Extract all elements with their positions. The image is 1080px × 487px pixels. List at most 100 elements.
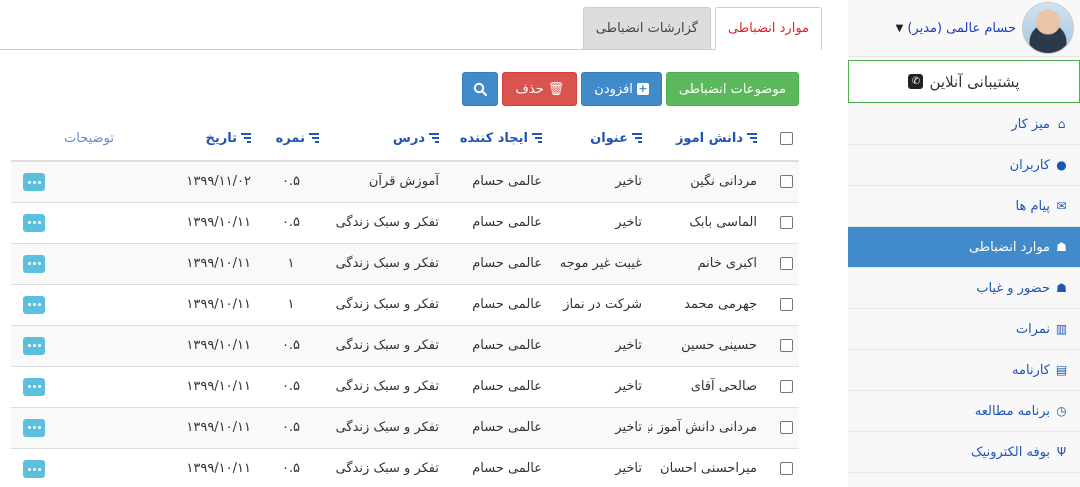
row-more-button[interactable] — [23, 460, 45, 478]
row-actions-cell — [11, 283, 167, 325]
cutlery-icon: Ψ — [1056, 445, 1067, 459]
sidebar-item-label: نمرات — [1015, 321, 1050, 337]
whatsapp-icon: ✆ — [908, 74, 924, 89]
header-creator[interactable]: ایجاد کننده — [453, 116, 548, 162]
cell-creator: عالمی حسام — [453, 242, 548, 284]
row-actions-cell — [11, 201, 167, 243]
row-more-button[interactable] — [23, 254, 45, 273]
header-student[interactable]: دانش اموز — [648, 116, 763, 162]
table-row[interactable]: صالحی آقای تاخیر عالمی حسام تفکر و سبک زندگ… — [11, 365, 799, 407]
ellipsis-icon — [37, 426, 41, 430]
avatar[interactable] — [1022, 2, 1074, 54]
header-course[interactable]: درس — [325, 116, 453, 162]
cell-course: تفکر و سبک زندگی — [325, 324, 453, 366]
cell-course: تفکر و سبک زندگی — [325, 242, 453, 284]
row-actions-cell — [11, 447, 167, 487]
sort-icon — [532, 132, 542, 144]
sidebar-item-label: پیام ها — [1015, 198, 1051, 214]
sidebar-item[interactable]: ▤ کارنامه — [848, 350, 1080, 391]
row-more-button[interactable] — [23, 213, 45, 232]
cell-score: ۰.۵ — [257, 201, 325, 243]
header-date[interactable]: تاریخ — [167, 116, 257, 162]
cell-title: شرکت در نماز — [548, 283, 648, 325]
user-box: حسام عالمی (مدیر) ▼ — [848, 0, 1080, 57]
disciplinary-table: دانش اموز عنوان ایجاد کننده درس نمره تار… — [11, 116, 799, 487]
row-actions-cell — [11, 242, 167, 284]
row-actions-cell — [11, 365, 167, 407]
disciplinary-topics-button[interactable]: موضوعات انضباطی — [665, 72, 799, 106]
caret-down-icon: ▼ — [895, 22, 904, 34]
envelope-icon: ✉ — [1056, 199, 1067, 213]
row-more-button[interactable] — [23, 295, 45, 314]
row-checkbox[interactable] — [780, 380, 793, 393]
table-row[interactable]: جهرمی محمد شرکت در نماز عالمی حسام تفکر و س… — [11, 283, 799, 325]
trash-icon: 🗑 — [547, 81, 565, 97]
sidebar-item[interactable]: ✉ پیام ها — [848, 186, 1080, 227]
row-checkbox[interactable] — [780, 421, 793, 434]
row-actions-cell — [11, 406, 167, 448]
row-select-cell — [763, 283, 799, 325]
header-description: توضیحات — [11, 116, 167, 162]
row-checkbox[interactable] — [780, 462, 793, 476]
sidebar-item-label: بوفه الکترونیک — [971, 444, 1050, 460]
sidebar-item-label: کارنامه — [1012, 362, 1050, 378]
cell-student: الماسی بابک — [648, 201, 763, 243]
table-row[interactable]: مردانی نگین تاخیر عالمی حسام آموزش قرآن ۰.۵ ۱… — [11, 160, 799, 202]
ellipsis-icon — [37, 262, 41, 266]
table-row[interactable]: مردانی دانش آموز نیلوفرتاخیرعالمی حسامتف… — [11, 406, 799, 448]
sidebar-nav: ⌂ میز کار ● کاربران ✉ پیام ها ☗ موارد انضباطی ☗ ح… — [848, 104, 1080, 473]
row-actions-cell — [11, 324, 167, 366]
row-more-button[interactable] — [23, 377, 45, 396]
add-button[interactable]: + افزودن — [581, 72, 662, 106]
cell-score: ۰.۵ — [257, 447, 325, 487]
row-checkbox[interactable] — [780, 298, 793, 311]
cell-score: ۰.۵ — [257, 406, 325, 448]
header-title[interactable]: عنوان — [548, 116, 648, 162]
table-body: مردانی نگین تاخیر عالمی حسام آموزش قرآن ۰.۵ ۱… — [11, 160, 799, 487]
sidebar-item[interactable]: ▥ نمرات — [848, 309, 1080, 350]
tab-disciplinary-cases[interactable]: موارد انضباطی — [714, 7, 822, 50]
table-row[interactable]: اکبری خانم غیبت غیر موجه عالمی حسام تفکر و … — [11, 242, 799, 284]
row-checkbox[interactable] — [780, 216, 793, 229]
table-row[interactable]: حسینی حسین تاخیر عالمی حسام تفکر و سبک زندگ… — [11, 324, 799, 366]
row-more-button[interactable] — [23, 336, 45, 355]
sort-icon — [241, 132, 251, 144]
select-all-checkbox[interactable] — [780, 131, 793, 145]
cell-student: حسینی حسین — [648, 324, 763, 366]
cell-title: تاخیر — [548, 160, 648, 202]
cell-title: تاخیر — [548, 406, 648, 448]
row-checkbox[interactable] — [780, 175, 793, 189]
sidebar-item[interactable]: Ψ بوفه الکترونیک — [848, 432, 1080, 473]
cell-creator: عالمی حسام — [453, 324, 548, 366]
search-button[interactable] — [462, 72, 499, 106]
row-more-button[interactable] — [23, 418, 45, 437]
sidebar-item[interactable]: ☗ موارد انضباطی — [848, 227, 1080, 268]
row-checkbox[interactable] — [780, 257, 793, 270]
table-row[interactable]: میراحسنی احسان تاخیر عالمی حسام تفکر و سبک … — [11, 447, 799, 487]
tab-disciplinary-reports[interactable]: گزارشات انضباطی — [582, 7, 711, 49]
delete-button[interactable]: 🗑 حذف — [502, 72, 578, 106]
cell-creator: عالمی حسام — [453, 201, 548, 243]
ellipsis-icon — [37, 467, 41, 471]
sidebar-item[interactable]: ☗ حضور و غیاب — [848, 268, 1080, 309]
home-icon: ⌂ — [1057, 117, 1066, 131]
page: حسام عالمی (مدیر) ▼ پشتیبانی آنلاین ✆ ⌂ م… — [0, 0, 1080, 487]
row-checkbox[interactable] — [780, 339, 793, 352]
row-more-button[interactable] — [23, 173, 45, 191]
cell-date: ۱۳۹۹/۱۰/۱۱ — [167, 201, 257, 243]
online-support-button[interactable]: پشتیبانی آنلاین ✆ — [848, 60, 1080, 103]
sidebar-item[interactable]: ⌂ میز کار — [848, 104, 1080, 145]
user-menu[interactable]: حسام عالمی (مدیر) ▼ — [896, 21, 1016, 36]
tab-label: گزارشات انضباطی — [595, 21, 698, 36]
sidebar-item[interactable]: ● کاربران — [848, 145, 1080, 186]
header-score[interactable]: نمره — [257, 116, 325, 162]
row-select-cell — [763, 406, 799, 448]
cell-title: غیبت غیر موجه — [548, 242, 648, 284]
cell-score: ۰.۵ — [257, 365, 325, 407]
sidebar-item-label: میز کار — [1011, 116, 1050, 132]
row-select-cell — [763, 365, 799, 407]
cell-course: تفکر و سبک زندگی — [325, 406, 453, 448]
user-icon: ● — [1056, 158, 1067, 172]
sidebar-item[interactable]: ◷ برنامه مطالعه — [848, 391, 1080, 432]
table-row[interactable]: الماسی بابک تاخیر عالمی حسام تفکر و سبک زند… — [11, 201, 799, 243]
